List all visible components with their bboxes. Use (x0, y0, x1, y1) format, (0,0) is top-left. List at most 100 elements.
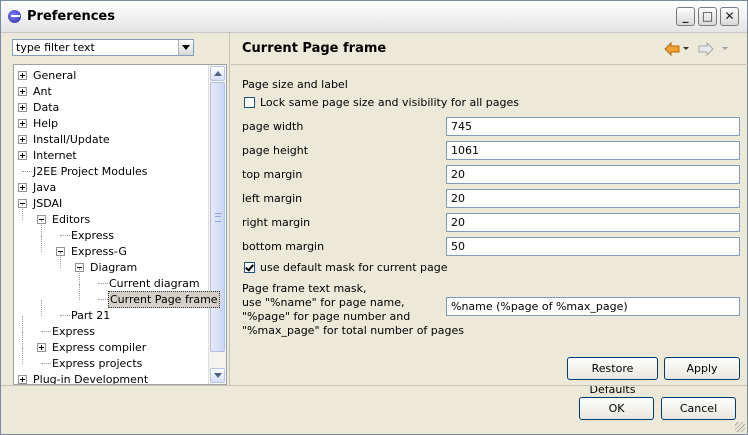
field-label: top margin (242, 168, 303, 181)
tree-connector (22, 348, 23, 364)
tree-item-label: Java (33, 181, 57, 194)
cancel-button[interactable]: Cancel (661, 397, 736, 420)
tree-scrollbar[interactable] (208, 65, 226, 384)
field-label: page height (242, 144, 309, 157)
default-mask-label[interactable]: use default mask for current page (260, 261, 448, 274)
filter-input[interactable]: type filter text (16, 41, 95, 54)
tree-connector (98, 299, 108, 300)
tree-item-label: Express (71, 229, 114, 242)
tree-item-label: Express compiler (52, 341, 147, 354)
back-arrow-icon[interactable] (664, 42, 680, 56)
maximize-icon: □ (701, 9, 714, 23)
tree-connector (22, 204, 23, 220)
tree-item-label: Express-G (71, 245, 127, 258)
tree-connector (98, 283, 108, 284)
field-input[interactable]: 20 (446, 165, 740, 184)
tree-item-label: Internet (33, 149, 77, 162)
tree-connector (41, 363, 51, 364)
tree-connector (41, 220, 42, 236)
tree-item-label: Express (52, 325, 95, 338)
expand-icon[interactable] (18, 87, 27, 96)
field-input[interactable]: 50 (446, 237, 740, 256)
tree-item-label: Editors (52, 213, 91, 226)
tree-item-label: Data (33, 101, 60, 114)
field-value: 50 (451, 240, 465, 253)
page-title: Current Page frame (242, 41, 387, 56)
tree-connector (60, 315, 70, 316)
scroll-down-arrow-icon[interactable] (210, 368, 225, 383)
tree-connector (60, 235, 70, 236)
field-input[interactable]: 20 (446, 213, 740, 232)
expand-icon[interactable] (18, 71, 27, 80)
tree-connector (41, 236, 42, 252)
tree-connector (79, 284, 80, 300)
field-label: right margin (242, 216, 311, 229)
expand-icon[interactable] (37, 343, 46, 352)
tree-connector (22, 316, 23, 332)
chevron-down-icon[interactable] (178, 40, 193, 55)
ok-button[interactable]: OK (579, 397, 654, 420)
lock-size-label[interactable]: Lock same page size and visibility for a… (260, 96, 519, 109)
expand-icon[interactable] (18, 119, 27, 128)
resize-grip-icon[interactable] (735, 422, 745, 432)
tree-connector (79, 268, 80, 284)
tree-item-label: JSDAI (33, 197, 63, 210)
tree-item-label: Part 21 (71, 309, 111, 322)
tree-item-label: Plug-in Development (33, 373, 149, 385)
field-input[interactable]: 20 (446, 189, 740, 208)
forward-menu-chevron-icon[interactable] (722, 47, 728, 50)
tree-connector (22, 332, 23, 348)
pane-divider[interactable] (229, 32, 230, 385)
grip-icon (215, 213, 221, 222)
field-value: 745 (451, 120, 472, 133)
preferences-dialog: Preferences _ □ ✕ type filter text Gener… (0, 0, 748, 435)
apply-button[interactable]: Apply (664, 357, 740, 380)
mask-description-line: Page frame text mask, (242, 282, 367, 295)
mask-description-line: use "%name" for page name, (242, 296, 405, 309)
tree-item-label: J2EE Project Modules (33, 165, 148, 178)
mask-description-line: "%page" for page number and (242, 310, 411, 323)
tree-item-label: Current diagram (109, 277, 200, 290)
field-input[interactable]: 1061 (446, 141, 740, 160)
restore-defaults-button[interactable]: Restore Defaults (567, 357, 658, 396)
expand-icon[interactable] (18, 375, 27, 384)
mask-description: Page frame text mask, use "%name" for pa… (242, 282, 464, 338)
back-menu-chevron-icon[interactable] (683, 47, 689, 50)
title-bar[interactable]: Preferences _ □ ✕ (1, 1, 747, 33)
tree-connector (41, 331, 51, 332)
scroll-thumb[interactable] (210, 82, 225, 352)
field-value: 20 (451, 216, 465, 229)
maximize-button[interactable]: □ (698, 7, 717, 26)
field-label: bottom margin (242, 240, 325, 253)
forward-arrow-icon[interactable] (698, 42, 714, 56)
preference-page: Current Page frame Page size and label L… (231, 33, 748, 396)
preference-tree[interactable]: General Ant Data Help Install/Update Internet… (13, 64, 227, 385)
filter-combo[interactable]: type filter text (12, 39, 194, 56)
field-input[interactable]: 745 (446, 117, 740, 136)
minimize-icon: _ (682, 9, 689, 23)
tree-item-label: Install/Update (33, 133, 110, 146)
expand-icon[interactable] (18, 183, 27, 192)
tree-item-label: Diagram (90, 261, 138, 274)
minimize-button[interactable]: _ (676, 7, 695, 26)
expand-icon[interactable] (18, 151, 27, 160)
tree-item-label: Ant (33, 85, 52, 98)
tree-item-label: Express projects (52, 357, 143, 370)
mask-field[interactable]: %name (%page of %max_page) (446, 297, 740, 316)
default-mask-checkbox[interactable] (244, 262, 255, 273)
close-icon: ✕ (724, 9, 735, 23)
tree-connector (41, 300, 42, 316)
close-button[interactable]: ✕ (720, 7, 739, 26)
expand-icon[interactable] (18, 103, 27, 112)
title-divider (231, 64, 748, 65)
tree-connector (22, 171, 32, 172)
scroll-up-arrow-icon[interactable] (210, 66, 225, 81)
expand-icon[interactable] (18, 135, 27, 144)
tree-item-label: Current Page frame (108, 291, 220, 308)
mask-value: %name (%page of %max_page) (451, 300, 628, 313)
window-title: Preferences (27, 9, 115, 24)
eclipse-icon (8, 10, 21, 23)
lock-size-checkbox[interactable] (244, 97, 255, 108)
tree-item-label: Help (33, 117, 59, 130)
section-label: Page size and label (242, 78, 348, 91)
